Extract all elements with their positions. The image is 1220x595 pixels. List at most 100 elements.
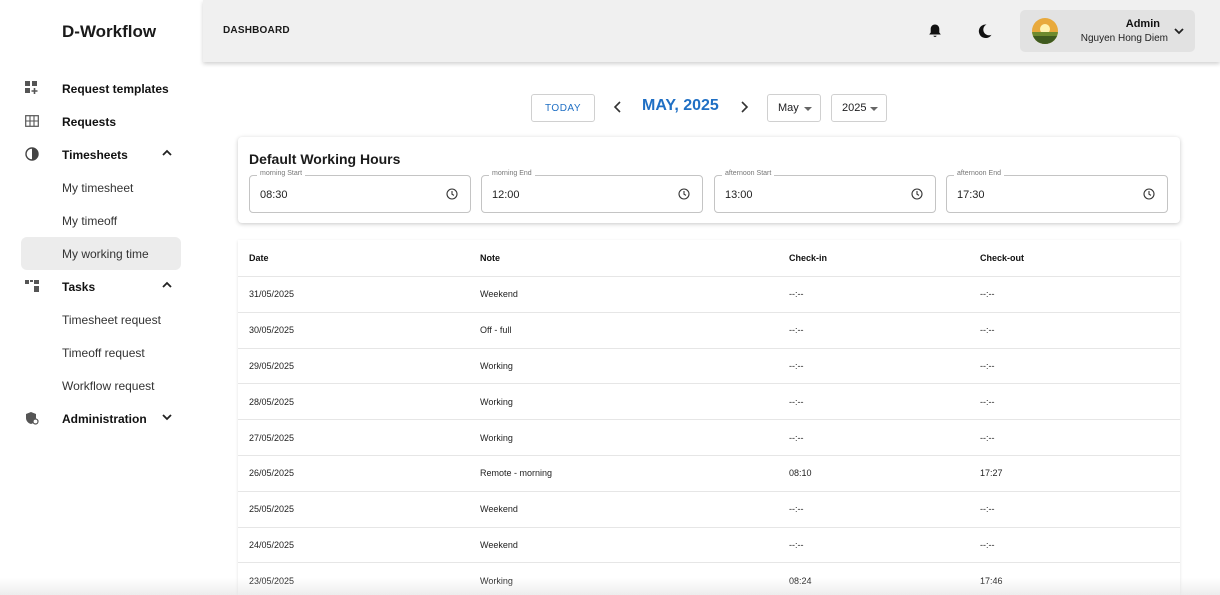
today-button[interactable]: TODAY [531,94,595,122]
column-header-check-out[interactable]: Check-out [980,240,1024,276]
top-header: DASHBOARD Admin Nguyen Hong Diem [203,0,1220,62]
cell-check-in: --:-- [789,289,804,300]
afternoon-start-field[interactable]: afternoon Start 13:00 [714,170,936,213]
column-header-date[interactable]: Date [249,240,269,276]
sidebar-item-administration[interactable]: Administration [0,402,200,435]
page-title: DASHBOARD [223,25,290,36]
table-row[interactable]: 23/05/2025 Working 08:24 17:46 [238,563,1180,595]
cell-note: Working [480,432,513,443]
cell-note: Remote - morning [480,468,553,479]
user-name: Nguyen Hong Diem [1080,33,1168,44]
admin-shield-icon [26,412,39,425]
cell-date: 28/05/2025 [249,396,295,407]
cell-note: Weekend [480,504,518,515]
cell-check-out: 17:46 [980,575,1003,586]
sidebar-nav: Request templates Requests Timesheets My… [0,72,200,435]
sidebar-subitem-my-timeoff[interactable]: My timeoff [0,204,200,237]
cell-date: 29/05/2025 [249,360,295,371]
field-value: 12:00 [492,189,520,201]
morning-start-field[interactable]: morning Start 08:30 [249,170,471,213]
cell-note: Weekend [480,539,518,550]
sidebar-item-timesheets[interactable]: Timesheets [0,138,200,171]
sidebar-subitem-label: My timesheet [62,180,134,195]
cell-check-in: --:-- [789,432,804,443]
sidebar-item-request-templates[interactable]: Request templates [0,72,200,105]
cell-date: 27/05/2025 [249,432,295,443]
sidebar-item-tasks[interactable]: Tasks [0,270,200,303]
clock-icon[interactable] [678,188,690,200]
table-row[interactable]: 25/05/2025 Weekend --:-- --:-- [238,492,1180,528]
month-title: MAY, 2025 [642,97,719,114]
chevron-down-icon[interactable] [160,410,174,424]
table-header-row: Date Note Check-in Check-out [238,240,1180,277]
morning-end-field[interactable]: morning End 12:00 [481,170,703,213]
field-label: morning End [489,170,535,177]
cell-check-in: 08:24 [789,575,812,586]
cell-note: Weekend [480,289,518,300]
field-value: 17:30 [957,189,985,201]
cell-check-in: --:-- [789,539,804,550]
dark-mode-icon[interactable] [977,23,993,39]
cell-date: 26/05/2025 [249,468,295,479]
cell-note: Working [480,360,513,371]
app-brand[interactable]: D-Workflow [62,22,156,42]
cell-check-in: --:-- [789,325,804,336]
field-label: afternoon End [954,170,1004,177]
table-row[interactable]: 26/05/2025 Remote - morning 08:10 17:27 [238,456,1180,492]
table-row[interactable]: 28/05/2025 Working --:-- --:-- [238,384,1180,421]
clock-icon[interactable] [446,188,458,200]
cell-check-in: --:-- [789,360,804,371]
cell-check-out: --:-- [980,539,995,550]
column-header-check-in[interactable]: Check-in [789,240,827,276]
user-menu[interactable]: Admin Nguyen Hong Diem [1020,10,1195,52]
cell-check-out: 17:27 [980,468,1003,479]
sidebar-subitem-workflow-request[interactable]: Workflow request [0,369,200,402]
column-header-note[interactable]: Note [480,240,500,276]
working-time-table: Date Note Check-in Check-out 31/05/2025 … [238,240,1180,595]
sidebar-subitem-label: Workflow request [62,378,155,393]
cell-check-out: --:-- [980,289,995,300]
cell-check-in: 08:10 [789,468,812,479]
pie-chart-icon [25,147,39,161]
cell-date: 24/05/2025 [249,539,295,550]
cell-note: Working [480,396,513,407]
sidebar-subitem-timeoff-request[interactable]: Timeoff request [0,336,200,369]
cell-check-out: --:-- [980,325,995,336]
table-row[interactable]: 29/05/2025 Working --:-- --:-- [238,349,1180,385]
table-row[interactable]: 24/05/2025 Weekend --:-- --:-- [238,528,1180,564]
sidebar-item-requests[interactable]: Requests [0,105,200,138]
chevron-left-icon[interactable] [611,99,625,115]
caret-down-icon [804,107,812,111]
table-row[interactable]: 31/05/2025 Weekend --:-- --:-- [238,277,1180,313]
chevron-right-icon[interactable] [737,99,751,115]
clock-icon[interactable] [911,188,923,200]
sidebar-subitem-label: Timeoff request [62,345,145,360]
cell-check-out: --:-- [980,360,995,371]
sidebar-subitem-timesheet-request[interactable]: Timesheet request [0,303,200,336]
apps-add-icon [25,81,38,94]
bell-icon[interactable] [928,23,942,39]
year-select[interactable]: 2025 [831,94,887,122]
chevron-up-icon[interactable] [160,278,174,292]
field-value: 13:00 [725,189,753,201]
sidebar-item-label: Requests [62,114,117,129]
field-label: afternoon Start [722,170,775,177]
table-row[interactable]: 27/05/2025 Working --:-- --:-- [238,420,1180,456]
sidebar-item-label: Administration [62,411,147,426]
table-row[interactable]: 30/05/2025 Off - full --:-- --:-- [238,313,1180,349]
working-hours-card: Default Working Hours morning Start 08:3… [238,137,1180,223]
sidebar-subitem-my-timesheet[interactable]: My timesheet [0,171,200,204]
cell-check-out: --:-- [980,432,995,443]
sidebar-subitem-label: Timesheet request [62,312,161,327]
chevron-down-icon [1174,28,1184,35]
cell-check-in: --:-- [789,504,804,515]
clock-icon[interactable] [1143,188,1155,200]
sidebar-subitem-label: My working time [62,246,149,261]
afternoon-end-field[interactable]: afternoon End 17:30 [946,170,1168,213]
chevron-up-icon[interactable] [160,146,174,160]
caret-down-icon [870,107,878,111]
working-hours-title: Default Working Hours [249,151,401,167]
month-select[interactable]: May [767,94,821,122]
sidebar-subitem-my-working-time[interactable]: My working time [21,237,181,270]
field-label: morning Start [257,170,306,177]
